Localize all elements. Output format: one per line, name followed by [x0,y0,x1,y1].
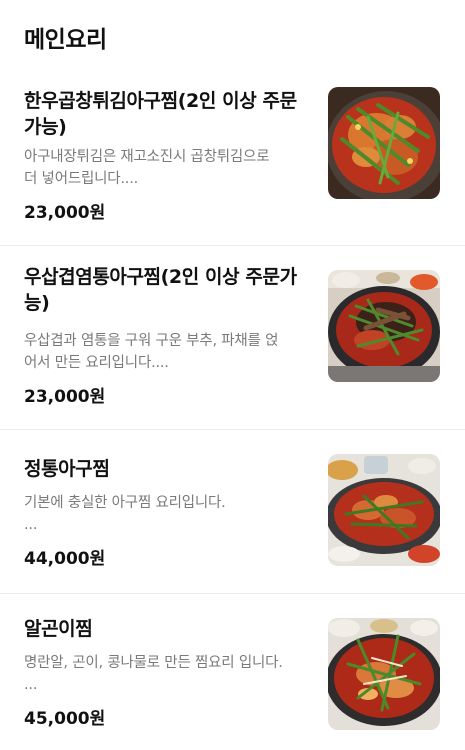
menu-item-name: 한우곱창튀김아구찜(2인 이상 주문가능) [24,90,297,138]
description-line: ... [24,677,38,693]
description-line: 우삽겹과 염통을 구워 구운 부추, 파채를 얹 [24,333,279,349]
menu-item-description: 아구내장튀김은 재고소진시 곱창튀김으로 더 넣어드립니다.... [24,146,314,190]
menu-page: 메인요리 한우곱창튀김아구찜(2인 이상 주문가능) 아구내장튀김은 재고소진시… [0,0,465,750]
braised-monkfish-fried-tripe-photo[interactable] [328,87,440,199]
menu-item[interactable]: 정통아구찜 기본에 충실한 아구찜 요리입니다. ... 44,000원 [0,430,465,594]
menu-item[interactable]: 한우곱창튀김아구찜(2인 이상 주문가능) 아구내장튀김은 재고소진시 곱창튀김… [0,70,465,246]
menu-item[interactable]: 알곤이찜 명란알, 곤이, 콩나물로 만든 찜요리 입니다. ... 45,00… [0,594,465,750]
menu-item-price: 45,000원 [24,709,106,729]
menu-item-price: 44,000원 [24,549,106,569]
menu-item-name: 알곤이찜 [24,618,93,640]
menu-item-description: 명란알, 곤이, 콩나물로 만든 찜요리 입니다. ... [24,652,314,696]
menu-item-name: 우삽겹염통아구찜(2인 이상 주문가능) [24,266,297,314]
description-line: 기본에 충실한 아구찜 요리입니다. [24,495,226,511]
traditional-braised-monkfish-photo[interactable] [328,454,440,566]
menu-list: 한우곱창튀김아구찜(2인 이상 주문가능) 아구내장튀김은 재고소진시 곱창튀김… [0,70,465,750]
description-line: ... [24,517,38,533]
braised-monkfish-pork-heart-photo[interactable] [328,270,440,382]
description-line: 어서 만든 요리입니다.... [24,355,169,371]
menu-item-price: 23,000원 [24,387,106,407]
braised-roe-photo[interactable] [328,618,440,730]
section-title: 메인요리 [24,27,107,53]
description-line: 더 넣어드립니다.... [24,171,139,187]
menu-item-price: 23,000원 [24,203,106,223]
menu-item-description: 우삽겹과 염통을 구워 구운 부추, 파채를 얹 어서 만든 요리입니다.... [24,330,314,374]
menu-item[interactable]: 우삽겹염통아구찜(2인 이상 주문가능) 우삽겹과 염통을 구워 구운 부추, … [0,246,465,430]
menu-item-name: 정통아구찜 [24,458,110,480]
menu-item-description: 기본에 충실한 아구찜 요리입니다. ... [24,492,314,536]
description-line: 명란알, 곤이, 콩나물로 만든 찜요리 입니다. [24,655,283,671]
description-line: 아구내장튀김은 재고소진시 곱창튀김으로 [24,149,270,165]
